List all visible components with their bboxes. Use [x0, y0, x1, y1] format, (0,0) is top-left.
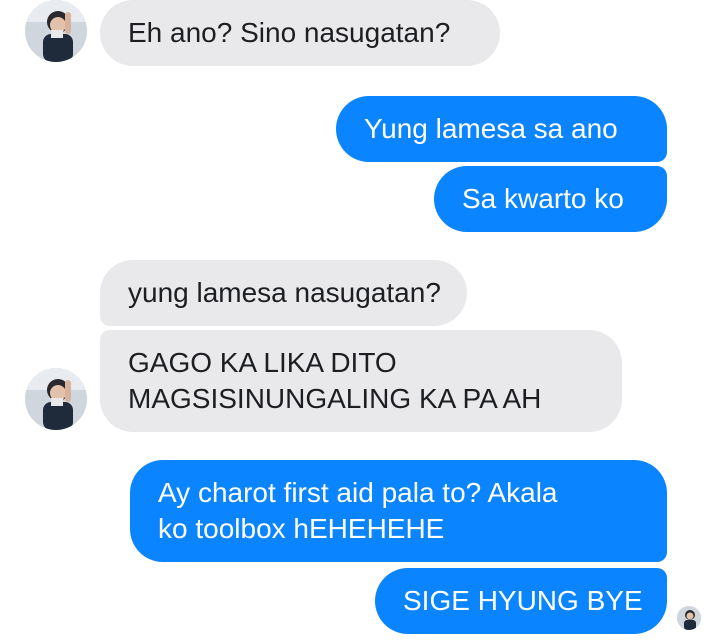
message-bubble-outgoing[interactable]: Sa kwarto ko [434, 166, 667, 232]
message-bubble-incoming[interactable]: Eh ano? Sino nasugatan? [100, 0, 500, 66]
contact-avatar-icon[interactable] [25, 368, 87, 430]
message-text: SIGE HYUNG BYE [403, 585, 643, 616]
read-receipt-avatar-icon [677, 606, 701, 630]
message-text-line: GAGO KA LIKA DITO [128, 347, 397, 378]
message-text-line: ko toolbox hEHEHEHE [158, 513, 445, 544]
message-bubble-outgoing[interactable]: Ay charot first aid pala to? Akala ko to… [130, 460, 667, 562]
contact-avatar-icon[interactable] [25, 0, 87, 62]
message-text-line: MAGSISINUNGALING KA PA AH [128, 383, 542, 414]
message-bubble-incoming[interactable]: GAGO KA LIKA DITO MAGSISINUNGALING KA PA… [100, 330, 622, 432]
chat-screen: { "messages": [ {"sender": "contact", "t… [0, 0, 720, 640]
message-bubble-incoming[interactable]: yung lamesa nasugatan? [100, 260, 467, 326]
message-text: Sa kwarto ko [462, 183, 624, 214]
message-text-line: Ay charot first aid pala to? Akala [158, 477, 558, 508]
message-bubble-outgoing[interactable]: SIGE HYUNG BYE [375, 568, 667, 634]
message-text: yung lamesa nasugatan? [128, 277, 441, 308]
message-text: Yung lamesa sa ano [364, 113, 618, 144]
message-text: Eh ano? Sino nasugatan? [128, 17, 451, 48]
message-bubble-outgoing[interactable]: Yung lamesa sa ano [336, 96, 667, 162]
